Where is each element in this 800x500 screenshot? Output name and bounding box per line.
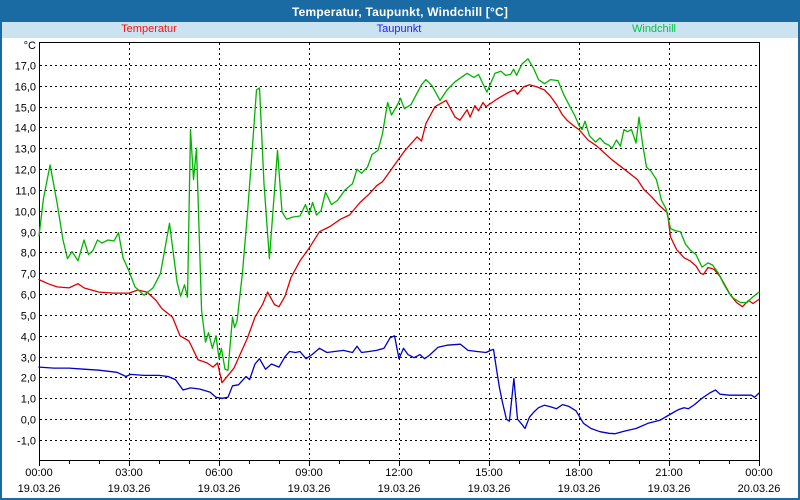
- plot-border: [40, 43, 760, 461]
- x-date-label: 19.03.26: [468, 483, 511, 495]
- y-tick-label: 7,0: [21, 269, 36, 281]
- y-tick-label: 4,0: [21, 332, 36, 344]
- y-axis-unit-label: °C: [24, 40, 36, 52]
- y-tick-label: 2,0: [21, 373, 36, 385]
- y-tick-label: 5,0: [21, 311, 36, 323]
- x-tick-label: 15:00: [475, 467, 503, 479]
- y-tick-label: -1,0: [17, 436, 36, 448]
- x-tick-label: 09:00: [295, 467, 323, 479]
- x-date-label: 20.03.26: [738, 483, 781, 495]
- y-tick-label: 14,0: [15, 123, 36, 135]
- y-tick-label: 1,0: [21, 394, 36, 406]
- y-tick-label: 10,0: [15, 207, 36, 219]
- y-tick-label: 12,0: [15, 165, 36, 177]
- y-tick-label: 3,0: [21, 353, 36, 365]
- x-date-label: 19.03.26: [558, 483, 601, 495]
- y-tick-label: 16,0: [15, 82, 36, 94]
- x-tick-label: 21:00: [655, 467, 683, 479]
- x-date-label: 19.03.26: [378, 483, 421, 495]
- y-tick-label: 11,0: [15, 186, 36, 198]
- y-tick-label: 17,0: [15, 61, 36, 73]
- y-tick-label: 0,0: [21, 415, 36, 427]
- weather-chart-window: Temperatur, Taupunkt, Windchill [°C] Tem…: [0, 0, 800, 500]
- x-date-label: 19.03.26: [18, 483, 61, 495]
- y-tick-label: 8,0: [21, 248, 36, 260]
- x-date-label: 19.03.26: [198, 483, 241, 495]
- x-tick-label: 00:00: [745, 467, 773, 479]
- x-tick-label: 18:00: [565, 467, 593, 479]
- chart-plot: 17,0 16,0 15,0 14,0 13,0 12,0 11,0 10,0 9,0 8,0 7,…: [2, 2, 798, 498]
- x-tick-label: 06:00: [205, 467, 233, 479]
- y-tick-label: 6,0: [21, 290, 36, 302]
- x-date-label: 19.03.26: [648, 483, 691, 495]
- x-tick-label: 00:00: [25, 467, 53, 479]
- y-tick-label: 13,0: [15, 144, 36, 156]
- x-date-label: 19.03.26: [288, 483, 331, 495]
- x-date-label: 19.03.26: [108, 483, 151, 495]
- y-tick-label: 9,0: [21, 228, 36, 240]
- x-tick-label: 03:00: [115, 467, 143, 479]
- x-tick-label: 12:00: [385, 467, 413, 479]
- y-tick-label: 15,0: [15, 103, 36, 115]
